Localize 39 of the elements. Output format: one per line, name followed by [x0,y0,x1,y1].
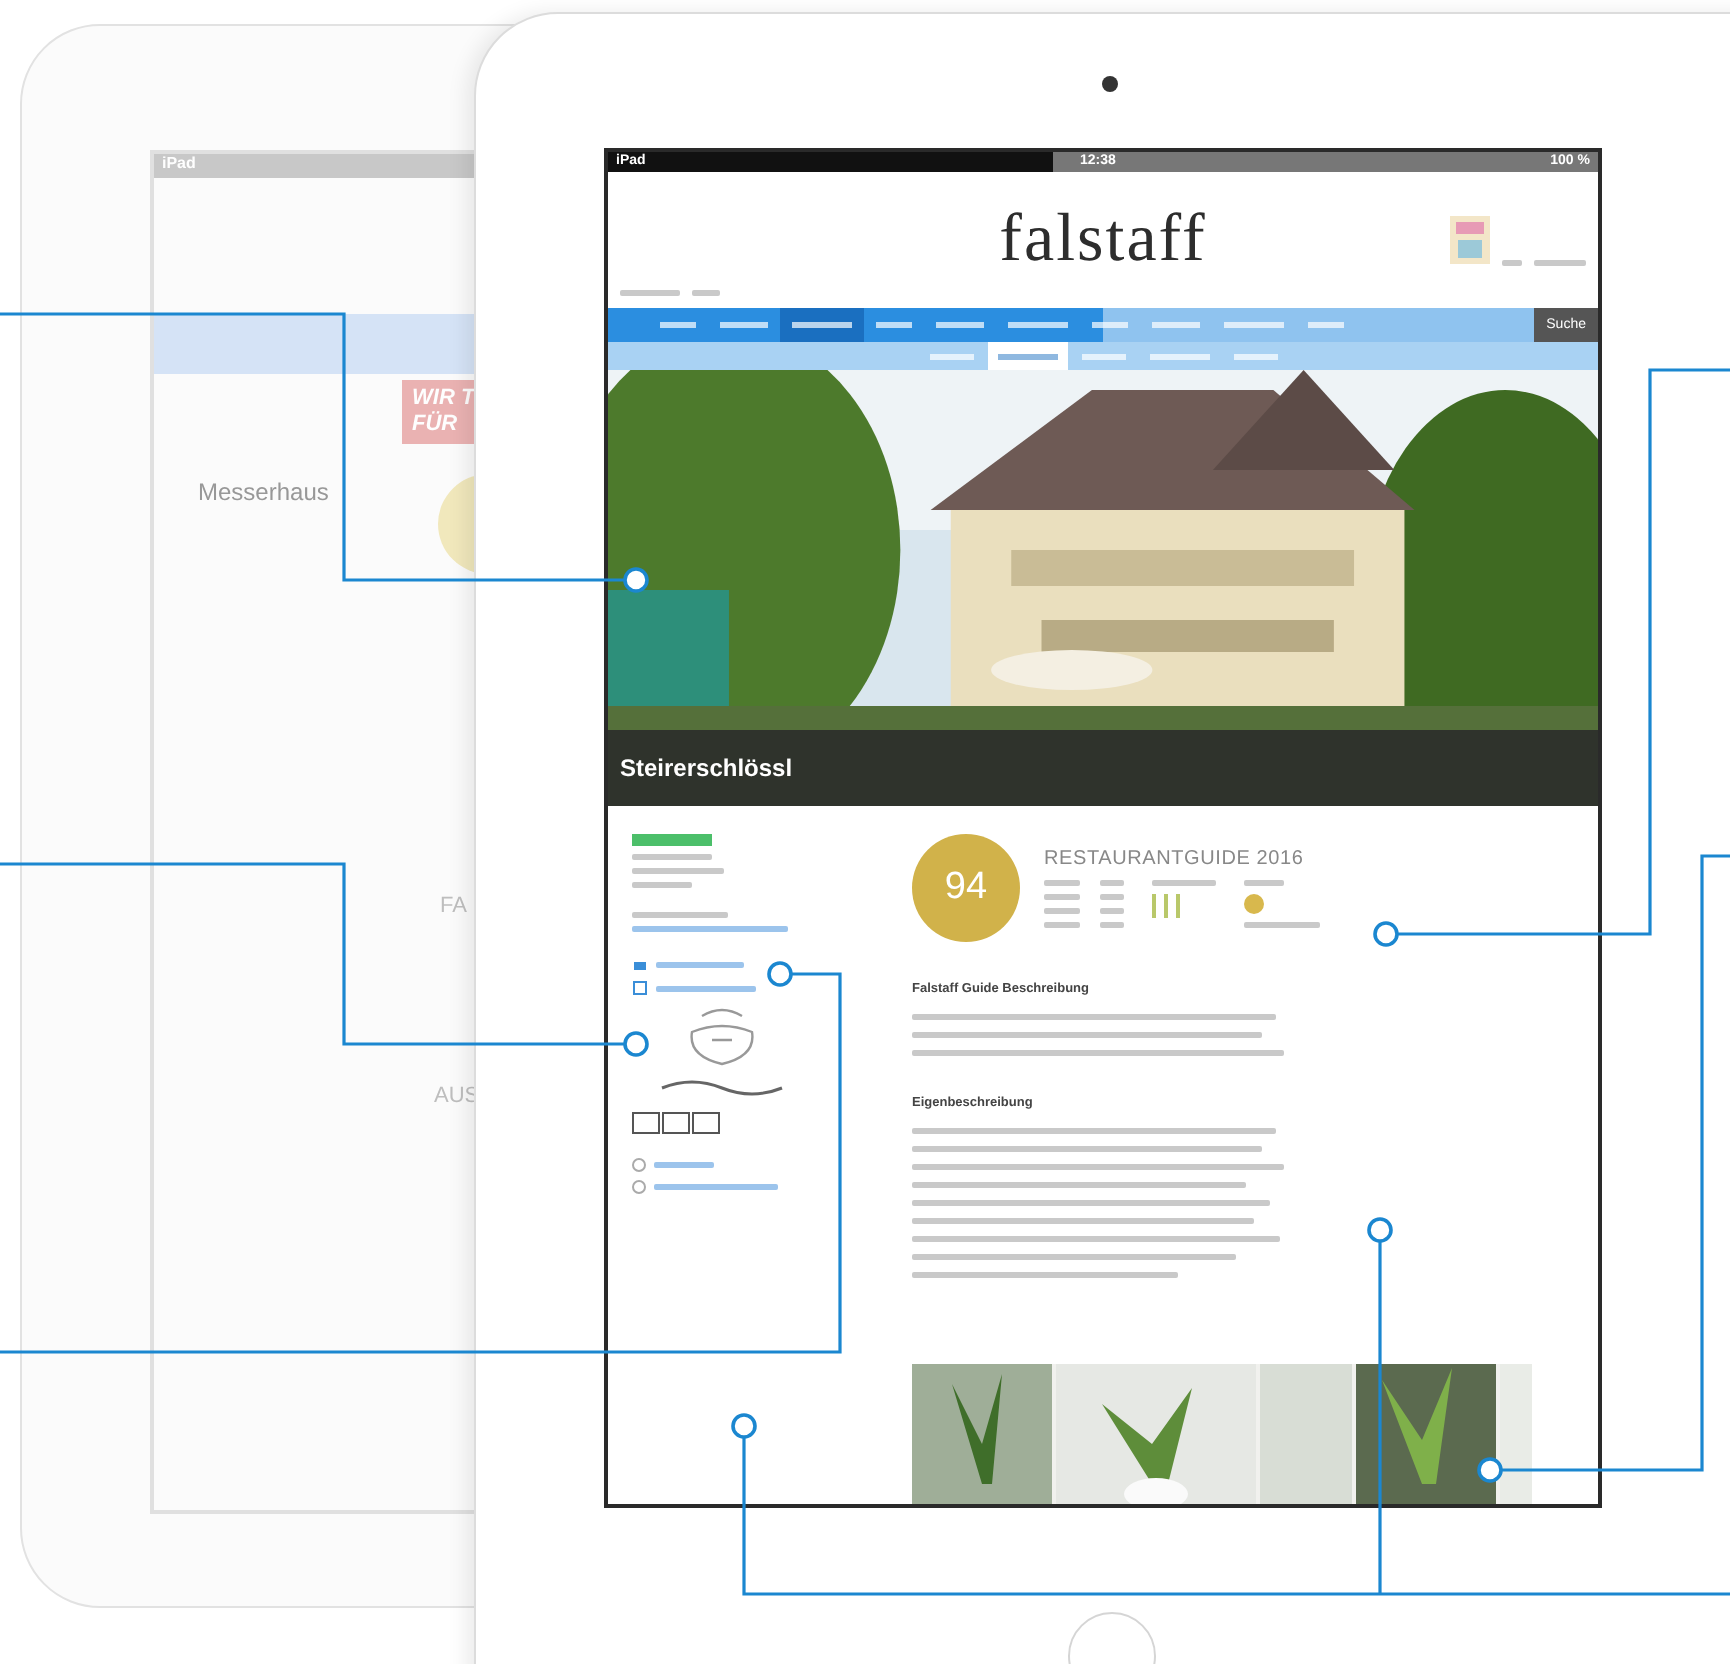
sub-nav-item[interactable] [987,342,1067,370]
reserve-link[interactable] [656,961,744,967]
table-icon [632,956,648,972]
guide-title: RESTAURANTGUIDE 2016 [1044,848,1306,870]
nav-item[interactable] [780,308,864,342]
award-icon [1244,894,1264,914]
text-line [632,854,712,860]
voucher-link[interactable] [656,985,756,991]
text-link[interactable] [654,1184,778,1190]
text-line [1533,260,1586,266]
text-link[interactable] [654,1162,714,1168]
section-heading: FA [440,894,467,918]
banner-text: FÜR [412,412,460,438]
text-line [1044,880,1080,886]
hero-title: Steirerschlössl [620,754,793,782]
email-link[interactable] [632,926,788,932]
text-line [1044,922,1080,928]
text-line [1044,908,1080,914]
score-badge: 94 [912,834,1020,942]
text-line [1100,894,1124,900]
text-line [1244,880,1284,886]
text-line [1501,260,1522,266]
venue-name: Messerhaus [198,478,329,506]
magazine-cover-icon[interactable] [1449,214,1490,266]
text-line [632,882,692,888]
text-line [1100,908,1124,914]
text-line [632,868,724,874]
text-line [1100,880,1124,886]
text-line [620,290,680,296]
text-line [1044,894,1080,900]
text-line [1152,880,1216,886]
text-line [632,912,728,918]
text-line [692,290,720,296]
text-line [1244,922,1320,928]
status-tag [632,834,712,846]
site-logo[interactable]: falstaff [999,202,1207,278]
text-line [1100,922,1124,928]
calendar-icon [632,980,648,996]
fork-rating-icon [1152,894,1180,918]
